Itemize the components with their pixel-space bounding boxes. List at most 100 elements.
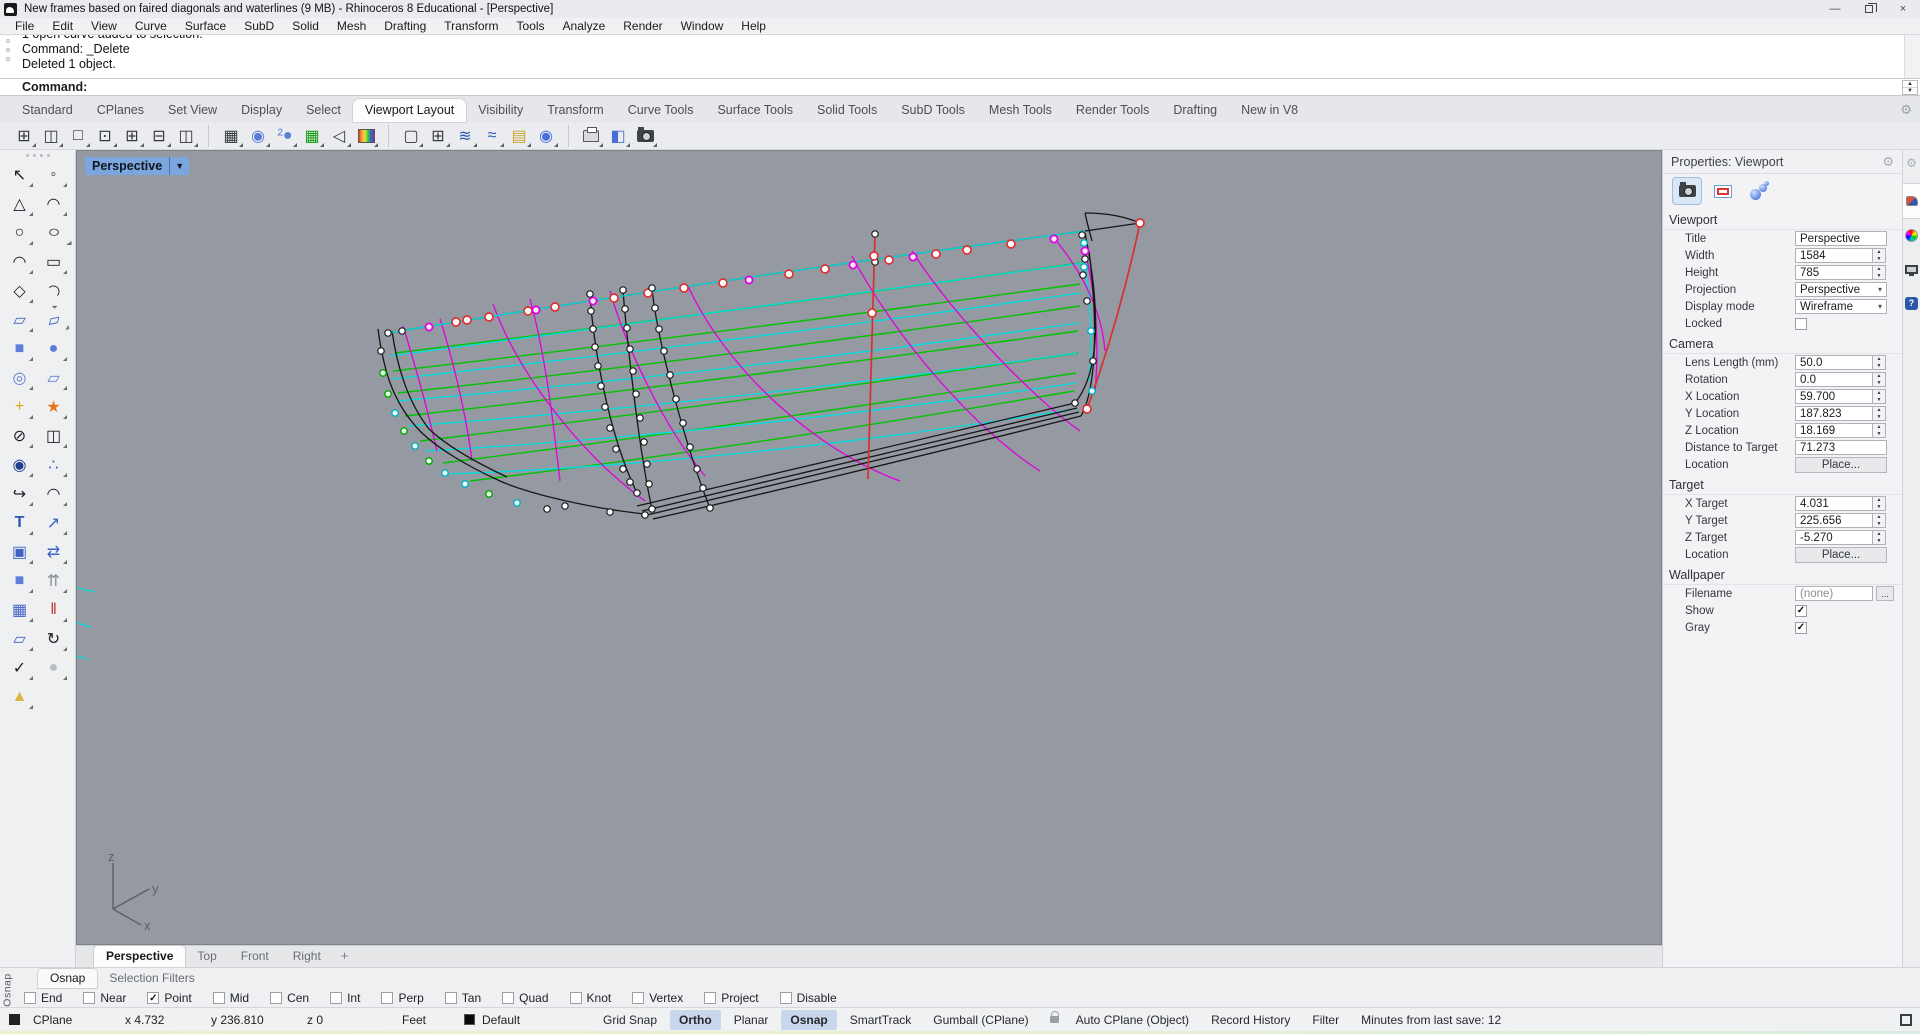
control-point[interactable] <box>630 368 636 374</box>
viewport-title[interactable]: Perspective <box>85 157 169 175</box>
checkbox-point[interactable]: ✓ <box>147 992 159 1004</box>
spinner-arrows[interactable]: ▲▼ <box>1873 248 1886 263</box>
text-icon[interactable]: T <box>6 509 34 537</box>
control-point[interactable] <box>649 506 655 512</box>
control-point[interactable] <box>378 348 384 354</box>
control-point[interactable] <box>634 490 640 496</box>
tab-subd-tools[interactable]: SubD Tools <box>889 99 977 122</box>
control-point[interactable] <box>872 231 878 237</box>
menu-surface[interactable]: Surface <box>176 19 235 33</box>
control-point[interactable] <box>656 326 662 332</box>
gear-icon[interactable]: ⚙ <box>1906 156 1917 170</box>
menu-window[interactable]: Window <box>672 19 733 33</box>
control-point[interactable] <box>452 318 460 326</box>
split-vertical-icon[interactable]: ◫ <box>174 124 198 148</box>
control-point[interactable] <box>587 291 593 297</box>
status-toggle-grid-snap[interactable]: Grid Snap <box>594 1010 666 1030</box>
sphere-icon[interactable]: ● <box>40 335 68 363</box>
osnap-option-vertex[interactable]: Vertex <box>632 991 683 1005</box>
control-point[interactable] <box>885 256 893 264</box>
control-point[interactable] <box>963 246 971 254</box>
place-button[interactable]: Place... <box>1795 457 1887 473</box>
viewport-properties-icon[interactable] <box>1709 178 1737 204</box>
join-icon[interactable]: + <box>6 393 34 421</box>
tab-curve-tools[interactable]: Curve Tools <box>616 99 706 122</box>
osnap-option-perp[interactable]: Perp <box>381 991 423 1005</box>
control-point[interactable] <box>462 481 468 487</box>
control-point[interactable] <box>1082 256 1088 262</box>
control-point[interactable] <box>1081 264 1087 270</box>
array-rect-icon[interactable]: ▦ <box>6 596 34 624</box>
menu-curve[interactable]: Curve <box>126 19 176 33</box>
control-point[interactable] <box>589 297 596 304</box>
checkbox-near[interactable] <box>83 992 95 1004</box>
osnap-option-project[interactable]: Project <box>704 991 758 1005</box>
control-point[interactable] <box>680 420 686 426</box>
osnap-option-near[interactable]: Near <box>83 991 126 1005</box>
control-point[interactable] <box>637 415 643 421</box>
control-point[interactable] <box>1136 219 1144 227</box>
osnap-option-disable[interactable]: Disable <box>780 991 837 1005</box>
property-dropdown[interactable]: Perspective▾ <box>1795 282 1887 297</box>
osnap-option-end[interactable]: End <box>24 991 62 1005</box>
dimension-pyramid-icon[interactable]: ▲ <box>6 683 34 711</box>
ellipse-icon[interactable]: ○ <box>35 219 73 247</box>
tab-render-tools[interactable]: Render Tools <box>1064 99 1161 122</box>
status-toggle-record-history[interactable]: Record History <box>1202 1010 1299 1030</box>
continue-curve-icon[interactable]: ◠ <box>40 480 68 508</box>
tab-drafting[interactable]: Drafting <box>1161 99 1229 122</box>
viewport-4pane-icon[interactable]: ⊞ <box>12 124 36 148</box>
perspective-viewport[interactable]: Perspective ▼ <box>76 150 1662 945</box>
control-point[interactable] <box>620 466 626 472</box>
spinner-arrows[interactable]: ▲▼ <box>1873 372 1886 387</box>
menu-analyze[interactable]: Analyze <box>554 19 615 33</box>
control-point[interactable] <box>644 461 650 467</box>
menu-edit[interactable]: Edit <box>43 19 82 33</box>
polygon-icon[interactable]: ◇ <box>6 277 34 305</box>
mirror-icon[interactable]: ⇄ <box>40 538 68 566</box>
tab-visibility[interactable]: Visibility <box>466 99 535 122</box>
print-icon[interactable] <box>579 124 603 148</box>
viewport-tab-top[interactable]: Top <box>185 946 228 967</box>
box-icon[interactable]: ■ <box>6 335 34 363</box>
control-point[interactable] <box>932 250 940 258</box>
curve-interpolate-icon[interactable]: ◠ <box>40 190 68 218</box>
offset-icon[interactable]: ▱ <box>6 625 34 653</box>
chevron-down-icon[interactable]: ▼ <box>169 157 189 175</box>
open-viewport-file-icon[interactable]: ▤ <box>507 124 531 148</box>
status-toggle-smarttrack[interactable]: SmartTrack <box>841 1010 921 1030</box>
viewport-3pane-icon[interactable]: ◫ <box>39 124 63 148</box>
tab-cplanes[interactable]: CPlanes <box>85 99 156 122</box>
extrude-icon[interactable]: ⇈ <box>40 567 68 595</box>
history-scrollbar[interactable] <box>1904 35 1920 78</box>
named-view-icon[interactable]: ◉ <box>534 124 558 148</box>
property-checkbox[interactable] <box>1795 318 1807 330</box>
property-checkbox[interactable]: ✓ <box>1795 605 1807 617</box>
viewport-tab-perspective[interactable]: Perspective <box>94 946 185 967</box>
control-point[interactable] <box>399 328 405 334</box>
tab-select[interactable]: Select <box>294 99 353 122</box>
control-point[interactable] <box>412 443 418 449</box>
control-point[interactable] <box>1083 405 1091 413</box>
control-point[interactable] <box>649 285 655 291</box>
control-point[interactable] <box>1084 298 1090 304</box>
surface-loft-icon[interactable]: ▱ <box>37 303 70 336</box>
checkbox-disable[interactable] <box>780 992 792 1004</box>
control-point[interactable] <box>613 446 619 452</box>
status-pane-icon[interactable] <box>1900 1014 1912 1026</box>
explode-icon[interactable]: ★ <box>40 393 68 421</box>
osnap-option-knot[interactable]: Knot <box>570 991 612 1005</box>
tab-new-in-v8[interactable]: New in V8 <box>1229 99 1310 122</box>
status-toggle-osnap[interactable]: Osnap <box>781 1010 836 1030</box>
place-button[interactable]: Place... <box>1795 547 1887 563</box>
status-toggle-planar[interactable]: Planar <box>725 1010 778 1030</box>
control-point[interactable] <box>602 404 608 410</box>
control-point[interactable] <box>1089 388 1095 394</box>
control-point[interactable] <box>485 313 493 321</box>
viewport-tab-front[interactable]: Front <box>229 946 281 967</box>
trim-icon[interactable]: ⊘ <box>6 422 34 450</box>
checkbox-project[interactable] <box>704 992 716 1004</box>
control-point[interactable] <box>426 458 432 464</box>
control-point[interactable] <box>652 305 658 311</box>
new-viewport-tab-icon[interactable]: + <box>333 945 357 967</box>
